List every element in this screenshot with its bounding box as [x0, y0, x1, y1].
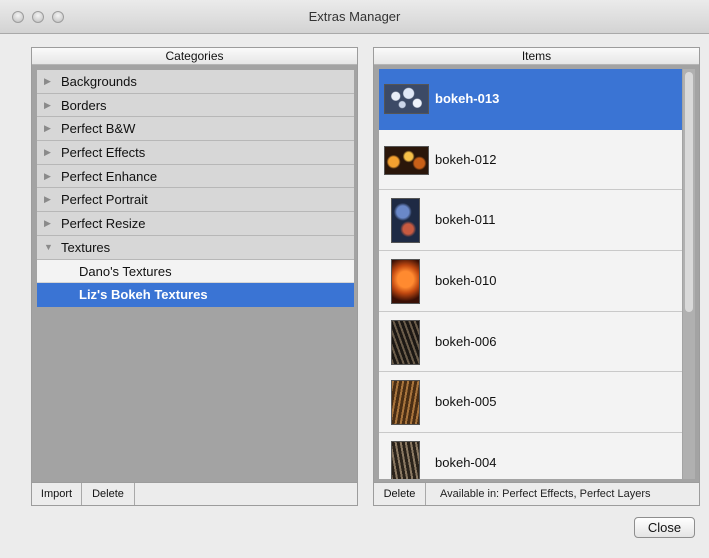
- bokeh-thumbnail: [384, 84, 429, 114]
- subcategory-danos-textures[interactable]: Dano's Textures: [37, 259, 354, 284]
- categories-panel: Categories ▶ Backgrounds ▶ Borders ▶ Per…: [31, 47, 358, 506]
- item-row[interactable]: bokeh-004: [379, 433, 682, 479]
- disclosure-right-icon[interactable]: ▶: [44, 70, 51, 93]
- bokeh-thumbnail: [391, 380, 420, 426]
- category-label: Borders: [61, 97, 107, 113]
- categories-footer: Import Delete: [32, 482, 357, 505]
- item-row[interactable]: bokeh-011: [379, 190, 682, 252]
- category-label: Perfect Resize: [61, 216, 146, 232]
- window-title: Extras Manager: [308, 9, 401, 24]
- disclosure-right-icon[interactable]: ▶: [44, 141, 51, 164]
- category-perfect-portrait[interactable]: ▶ Perfect Portrait: [37, 188, 354, 213]
- bokeh-thumbnail: [384, 145, 429, 175]
- category-label: Perfect Enhance: [61, 168, 158, 184]
- disclosure-right-icon[interactable]: ▶: [44, 188, 51, 211]
- subcategory-liz-bokeh-textures[interactable]: Liz's Bokeh Textures: [37, 283, 354, 307]
- disclosure-right-icon[interactable]: ▶: [44, 165, 51, 188]
- bokeh-thumbnail: [391, 198, 420, 244]
- import-button[interactable]: Import: [32, 483, 82, 505]
- scroll-thumb[interactable]: [685, 72, 693, 312]
- subcategory-label: Dano's Textures: [79, 263, 172, 279]
- title-bar: Extras Manager: [0, 0, 709, 34]
- disclosure-right-icon[interactable]: ▶: [44, 212, 51, 235]
- category-perfect-effects[interactable]: ▶ Perfect Effects: [37, 141, 354, 165]
- category-label: Perfect Effects: [61, 145, 146, 161]
- item-row[interactable]: bokeh-006: [379, 311, 682, 373]
- subcategory-label: Liz's Bokeh Textures: [79, 287, 208, 303]
- category-label: Backgrounds: [61, 74, 137, 89]
- items-list: bokeh-013 bokeh-012 bokeh-011 bokeh-010 …: [379, 69, 682, 479]
- disclosure-down-icon[interactable]: ▼: [44, 236, 53, 259]
- item-label: bokeh-011: [435, 212, 496, 228]
- disclosure-right-icon[interactable]: ▶: [44, 94, 51, 117]
- category-label: Textures: [61, 239, 111, 255]
- category-textures[interactable]: ▼ Textures: [37, 235, 354, 260]
- delete-item-button[interactable]: Delete: [374, 483, 426, 505]
- category-backgrounds[interactable]: ▶ Backgrounds: [37, 70, 354, 94]
- category-perfect-enhance[interactable]: ▶ Perfect Enhance: [37, 164, 354, 189]
- items-scrollbar[interactable]: [683, 69, 695, 479]
- category-label: Perfect Portrait: [61, 192, 148, 208]
- item-label: bokeh-005: [435, 394, 497, 410]
- item-label: bokeh-004: [435, 455, 497, 471]
- category-borders[interactable]: ▶ Borders: [37, 93, 354, 118]
- item-row[interactable]: bokeh-012: [379, 129, 682, 191]
- items-panel: Items bokeh-013 bokeh-012 bokeh-011 boke…: [373, 47, 700, 506]
- disclosure-right-icon[interactable]: ▶: [44, 117, 51, 140]
- item-label: bokeh-006: [435, 333, 497, 349]
- item-label: bokeh-012: [435, 151, 497, 167]
- category-perfect-resize[interactable]: ▶ Perfect Resize: [37, 212, 354, 236]
- delete-category-button[interactable]: Delete: [82, 483, 135, 505]
- category-label: Perfect B&W: [61, 121, 136, 137]
- close-button[interactable]: Close: [634, 517, 695, 538]
- items-header: Items: [374, 48, 699, 65]
- item-row[interactable]: bokeh-013: [379, 69, 682, 130]
- bokeh-thumbnail: [391, 441, 420, 479]
- categories-header: Categories: [32, 48, 357, 65]
- item-label: bokeh-013: [435, 91, 500, 106]
- bokeh-thumbnail: [391, 319, 420, 365]
- item-row[interactable]: bokeh-010: [379, 251, 682, 312]
- bokeh-thumbnail: [391, 259, 420, 305]
- item-row[interactable]: bokeh-005: [379, 372, 682, 434]
- items-footer: Delete Available in: Perfect Effects, Pe…: [374, 482, 699, 505]
- categories-list: ▶ Backgrounds ▶ Borders ▶ Perfect B&W ▶ …: [37, 70, 354, 307]
- category-perfect-bw[interactable]: ▶ Perfect B&W: [37, 117, 354, 142]
- availability-text: Available in: Perfect Effects, Perfect L…: [440, 488, 651, 500]
- item-label: bokeh-010: [435, 273, 497, 289]
